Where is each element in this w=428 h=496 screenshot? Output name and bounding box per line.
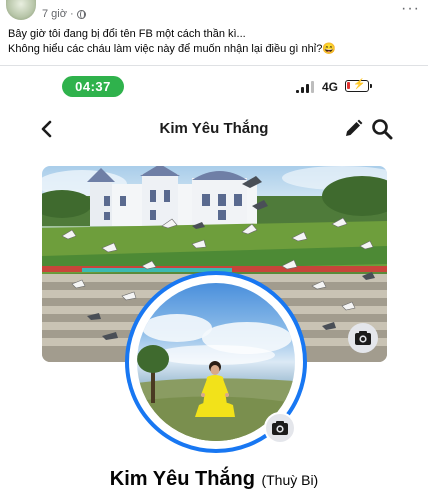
battery-icon: ⚡ [345,79,372,92]
status-bar: 04:37 4G ⚡ [0,66,428,106]
camera-icon [272,421,288,435]
avatar-camera-button[interactable] [264,412,296,444]
profile-name-main: Kim Yêu Thắng [109,468,255,490]
profile-name: Kim Yêu Thắng (Thuỳ Bi) [0,468,428,491]
post-text-line: Không hiểu các cháu làm việc này để muốn… [8,43,337,55]
author-avatar[interactable] [6,0,36,20]
post-text-line: Bây giờ tôi đang bị đổi tên FB một cách … [8,28,246,40]
status-time: 04:37 [62,76,124,97]
post-header: 7 giờ · ··· Bây giờ tôi đang bị đổi tên … [0,0,428,64]
camera-icon [355,331,371,345]
profile-alternate-name: (Thuỳ Bi) [261,472,319,488]
search-icon[interactable] [371,118,393,140]
cover-camera-button[interactable] [348,323,378,353]
globe-icon [76,9,86,19]
nav-title: Kim Yêu Thắng [159,120,269,137]
post-meta: 7 giờ · [42,8,86,20]
battery-level [347,82,350,89]
more-options-icon[interactable]: ··· [401,1,420,17]
network-label: 4G [322,80,339,94]
signal-icon [296,81,315,93]
post-time[interactable]: 7 giờ [42,8,67,20]
post-text: Bây giờ tôi đang bị đổi tên FB một cách … [8,27,423,57]
edit-pencil-icon[interactable] [343,119,363,139]
profile-nav-bar: Kim Yêu Thắng [0,112,428,148]
profile-screenshot[interactable]: 04:37 4G ⚡ Kim Yêu Thắng Kim Yêu Thắng (… [0,66,428,496]
